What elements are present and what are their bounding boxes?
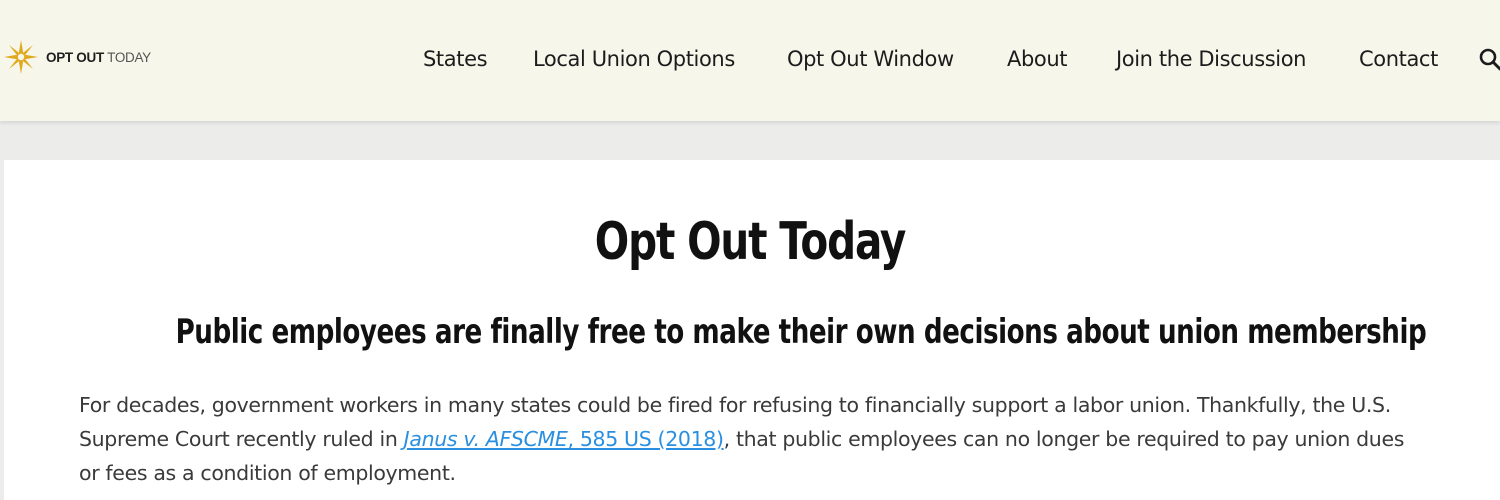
site-header: OPT OUT TODAY States Local Union Options… bbox=[0, 0, 1500, 121]
search-icon bbox=[1479, 48, 1500, 71]
janus-case-name: Janus v. AFSCME bbox=[403, 427, 568, 451]
janus-case-link[interactable]: Janus v. AFSCME, 585 US (2018) bbox=[404, 427, 724, 451]
main-nav: States Local Union Options Opt Out Windo… bbox=[0, 44, 1500, 74]
janus-case-citation: , 585 US (2018) bbox=[567, 427, 724, 451]
nav-item-opt-out-window[interactable]: Opt Out Window bbox=[787, 44, 954, 74]
content-card: Opt Out Today Public employees are final… bbox=[4, 160, 1500, 500]
page-title: Opt Out Today bbox=[594, 212, 907, 272]
nav-item-states[interactable]: States bbox=[423, 44, 488, 74]
nav-item-about[interactable]: About bbox=[1007, 44, 1067, 74]
page-subtitle: Public employees are finally free to mak… bbox=[175, 312, 1427, 352]
intro-paragraph: For decades, government workers in many … bbox=[79, 388, 1419, 490]
nav-item-join-the-discussion[interactable]: Join the Discussion bbox=[1116, 44, 1306, 74]
nav-item-local-union-options[interactable]: Local Union Options bbox=[533, 44, 735, 74]
nav-item-contact[interactable]: Contact bbox=[1359, 44, 1438, 74]
search-button[interactable] bbox=[1478, 47, 1500, 73]
